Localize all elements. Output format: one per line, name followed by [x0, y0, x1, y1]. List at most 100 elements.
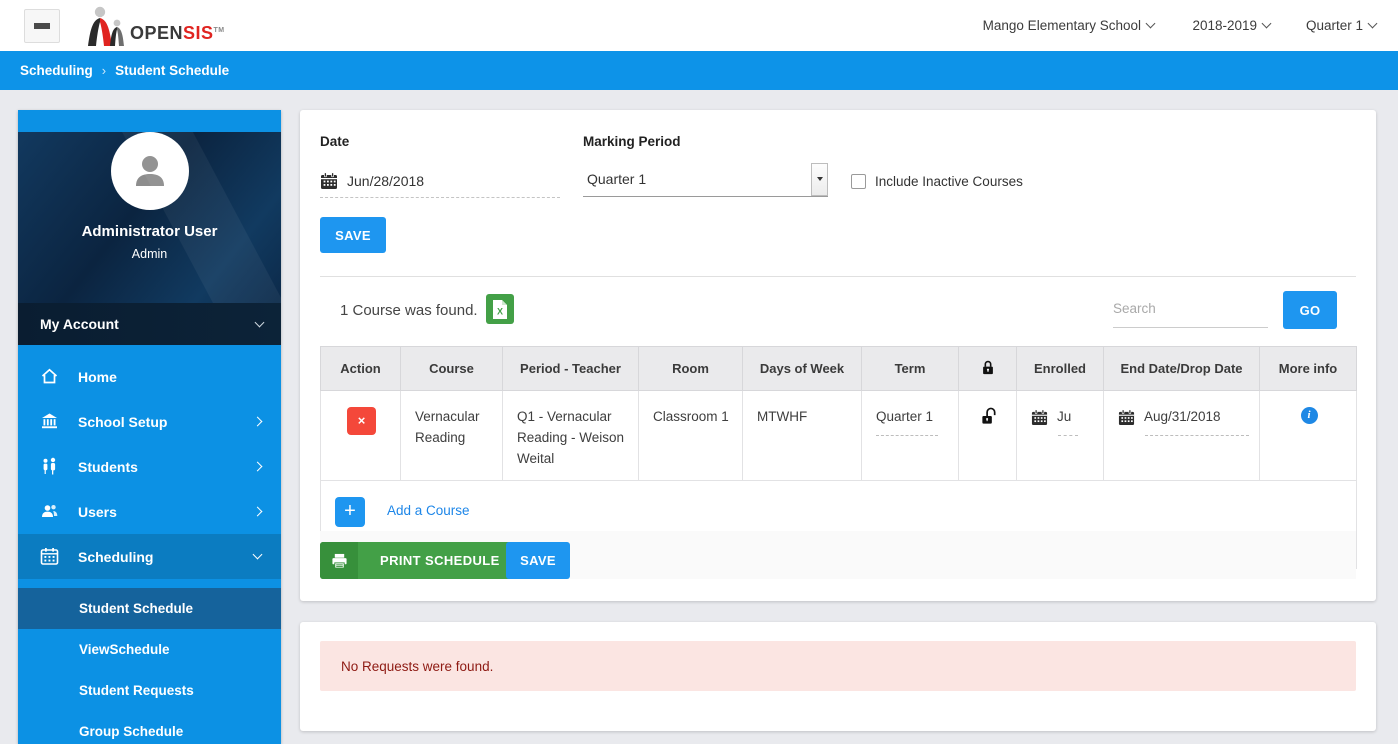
calendar-icon	[40, 547, 59, 566]
section-divider	[320, 276, 1356, 277]
col-course: Course	[401, 347, 503, 391]
students-icon	[40, 457, 59, 476]
marking-period-selector[interactable]: Quarter 1	[1306, 0, 1376, 51]
menu-toggle-button[interactable]	[24, 9, 60, 43]
include-inactive-label: Include Inactive Courses	[875, 174, 1023, 189]
top-header: OPENSISTM Mango Elementary School 2018-2…	[0, 0, 1398, 51]
date-picker-field[interactable]: Jun/28/2018	[320, 165, 560, 198]
lock-cell[interactable]	[959, 391, 1017, 481]
table-row: × Vernacular Reading Q1 - Vernacular Rea…	[321, 391, 1357, 481]
chevron-down-icon	[1368, 19, 1378, 29]
chevron-down-icon	[1146, 19, 1156, 29]
school-year-selector[interactable]: 2018-2019	[1192, 0, 1270, 51]
chevron-right-icon	[253, 417, 263, 427]
sidebar-item-students[interactable]: Students	[18, 444, 281, 489]
calendar-icon	[1118, 409, 1135, 426]
subitem-label: ViewSchedule	[79, 642, 170, 657]
breadcrumb-scheduling[interactable]: Scheduling	[20, 63, 93, 78]
period-teacher-cell: Q1 - Vernacular Reading - Weison Weital	[503, 391, 639, 481]
calendar-icon	[320, 172, 338, 190]
printer-icon	[320, 542, 358, 579]
end-date-value: Aug/31/2018	[1144, 407, 1221, 428]
school-selector[interactable]: Mango Elementary School	[983, 0, 1154, 51]
delete-course-button[interactable]: ×	[347, 407, 376, 435]
my-account-menu[interactable]: My Account	[18, 303, 281, 345]
col-lock	[959, 347, 1017, 391]
profile-card: Administrator User Admin	[18, 132, 281, 303]
col-room: Room	[639, 347, 743, 391]
days-cell: MTWHF	[743, 391, 862, 481]
date-label: Date	[320, 134, 349, 149]
marking-period-label: Marking Period	[583, 134, 681, 149]
col-enrolled: Enrolled	[1017, 347, 1104, 391]
person-icon	[128, 149, 172, 193]
table-header-row: Action Course Period - Teacher Room Days…	[321, 347, 1357, 391]
room-cell: Classroom 1	[639, 391, 743, 481]
sidebar-item-users[interactable]: Users	[18, 489, 281, 534]
col-end-date: End Date/Drop Date	[1104, 347, 1260, 391]
sidebar-subitem-student-requests[interactable]: Student Requests	[18, 670, 281, 711]
school-year-label: 2018-2019	[1192, 18, 1257, 33]
end-date-cell[interactable]: Aug/31/2018	[1104, 391, 1260, 481]
logo-text: OPENSISTM	[130, 24, 225, 46]
breadcrumb-student-schedule[interactable]: Student Schedule	[115, 63, 229, 78]
my-account-label: My Account	[40, 316, 119, 332]
sidebar-item-label: Students	[78, 459, 138, 475]
users-icon	[40, 502, 59, 521]
term-cell[interactable]: Quarter 1	[862, 391, 959, 481]
scheduling-submenu: Student Schedule ViewSchedule Student Re…	[18, 588, 281, 744]
opensis-logo: OPENSISTM	[84, 6, 225, 46]
sidebar-item-home[interactable]: Home	[18, 354, 281, 399]
profile-role: Admin	[18, 247, 281, 261]
avatar	[111, 132, 189, 210]
col-more-info: More info	[1260, 347, 1357, 391]
enrolled-value: Ju	[1057, 407, 1071, 428]
hamburger-icon	[34, 23, 50, 29]
export-excel-button[interactable]: X	[486, 294, 514, 324]
date-value: Jun/28/2018	[347, 173, 424, 189]
school-setup-icon	[40, 412, 59, 431]
home-icon	[40, 367, 59, 386]
term-value: Quarter 1	[876, 409, 933, 424]
sidebar-item-scheduling[interactable]: Scheduling	[18, 534, 281, 579]
marking-period-select[interactable]: Quarter 1	[583, 162, 828, 197]
sidebar: Administrator User Admin My Account Home…	[18, 110, 281, 744]
sidebar-item-label: School Setup	[78, 414, 167, 430]
course-count-text: 1 Course was found.	[340, 302, 478, 319]
more-info-cell: i	[1260, 391, 1357, 481]
print-schedule-button[interactable]: PRINT SCHEDULE	[320, 542, 522, 579]
marking-period-label: Quarter 1	[1306, 18, 1363, 33]
breadcrumb-separator: ›	[102, 63, 106, 78]
sidebar-subitem-student-schedule[interactable]: Student Schedule	[18, 588, 281, 629]
subitem-label: Student Requests	[79, 683, 194, 698]
add-course-button[interactable]: +	[335, 497, 365, 527]
action-cell: ×	[321, 391, 401, 481]
search-go-button[interactable]: GO	[1283, 291, 1337, 329]
lock-closed-icon	[980, 359, 996, 376]
include-inactive-checkbox[interactable]	[851, 174, 866, 189]
schedule-card: Date Jun/28/2018 Marking Period Quarter …	[300, 110, 1376, 601]
add-course-link[interactable]: Add a Course	[387, 501, 470, 522]
sidebar-item-school-setup[interactable]: School Setup	[18, 399, 281, 444]
dotted-underline	[876, 428, 938, 436]
sidebar-item-label: Home	[78, 369, 117, 385]
sidebar-subitem-group-schedule[interactable]: Group Schedule	[18, 711, 281, 744]
dotted-underline	[1145, 428, 1249, 436]
sidebar-subitem-view-schedule[interactable]: ViewSchedule	[18, 629, 281, 670]
select-arrow-icon	[811, 163, 828, 196]
sidebar-nav: Home School Setup Students Users Schedul…	[18, 345, 281, 744]
col-action: Action	[321, 347, 401, 391]
col-term: Term	[862, 347, 959, 391]
info-icon[interactable]: i	[1301, 407, 1318, 424]
calendar-icon	[1031, 409, 1048, 426]
svg-text:X: X	[497, 306, 503, 316]
breadcrumb: Scheduling › Student Schedule	[0, 51, 1398, 90]
search-input[interactable]	[1113, 290, 1268, 328]
chevron-right-icon	[253, 462, 263, 472]
save-schedule-button[interactable]: SAVE	[506, 542, 570, 579]
save-filters-button[interactable]: SAVE	[320, 217, 386, 253]
profile-name: Administrator User	[18, 223, 281, 240]
lock-open-icon	[980, 407, 998, 426]
enrolled-cell[interactable]: Ju	[1017, 391, 1104, 481]
chevron-down-icon	[1262, 19, 1272, 29]
